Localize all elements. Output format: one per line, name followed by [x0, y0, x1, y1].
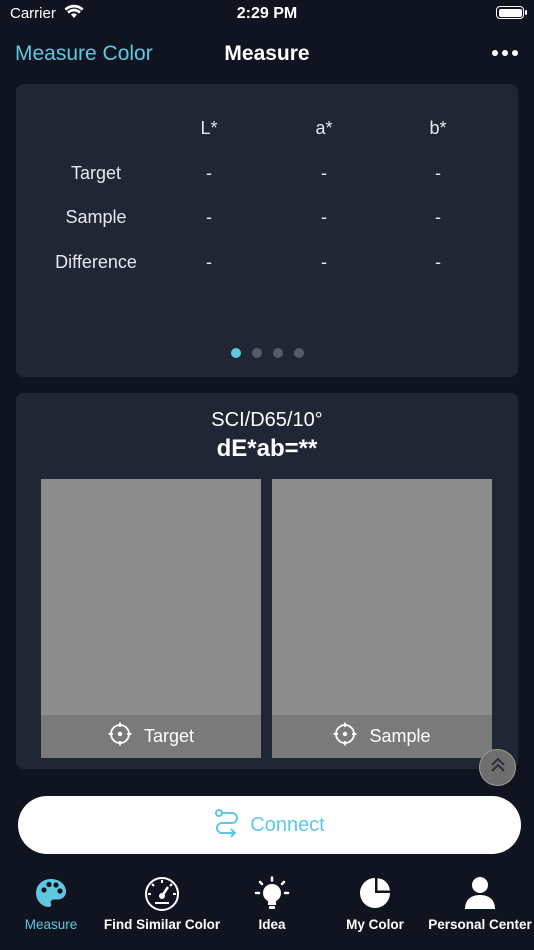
tab-idea[interactable]: Idea	[226, 868, 318, 950]
tab-find-similar-color[interactable]: Find Similar Color	[102, 868, 222, 950]
color-compare-card: SCI/D65/10° dE*ab=** Target Sample	[16, 393, 518, 769]
difference-a-value: -	[321, 252, 327, 272]
navigation-bar: Measure Color Measure	[0, 36, 534, 76]
tab-label: Personal Center	[428, 917, 532, 932]
tab-label: Measure	[24, 917, 78, 932]
clock: 2:29 PM	[236, 5, 298, 22]
target-swatch[interactable]: Target	[41, 479, 261, 758]
page-dot-4[interactable]	[293, 348, 304, 358]
battery-icon	[496, 6, 527, 19]
difference-b-value: -	[435, 252, 441, 272]
tab-label: My Color	[346, 917, 404, 932]
row-label-difference: Difference	[55, 252, 137, 272]
lightbulb-icon	[254, 876, 290, 917]
target-a-value: -	[321, 163, 327, 183]
sample-a-value: -	[321, 207, 327, 227]
tab-label: Find Similar Color	[103, 917, 221, 932]
target-label: Target	[143, 726, 195, 746]
sample-swatch[interactable]: Sample	[272, 479, 492, 758]
measure-target-button[interactable]: Target	[41, 715, 261, 758]
page-indicator[interactable]	[16, 348, 518, 358]
measure-sample-button[interactable]: Sample	[272, 715, 492, 758]
gauge-icon	[144, 876, 180, 917]
crosshair-icon	[333, 722, 357, 751]
status-bar: Carrier 2:29 PM	[0, 0, 534, 30]
more-icon[interactable]	[492, 50, 518, 56]
row-label-target: Target	[70, 163, 122, 183]
page-dot-1[interactable]	[230, 348, 241, 358]
double-chevron-up-icon	[488, 755, 508, 780]
person-icon	[463, 876, 497, 915]
page-dot-3[interactable]	[272, 348, 283, 358]
route-icon	[214, 808, 240, 843]
target-l-value: -	[206, 163, 212, 183]
delta-e-value: dE*ab=**	[216, 435, 318, 462]
tab-my-color[interactable]: My Color	[330, 868, 420, 950]
sample-l-value: -	[206, 207, 212, 227]
row-label-sample: Sample	[65, 207, 127, 227]
page-dot-2[interactable]	[251, 348, 262, 358]
connect-label: Connect	[250, 813, 325, 836]
connect-button[interactable]: Connect	[18, 796, 521, 854]
tab-bar: Measure Find Similar Color Idea My Color…	[0, 868, 534, 950]
sample-label: Sample	[369, 726, 431, 746]
column-header-l: L*	[200, 118, 218, 138]
palette-icon	[34, 876, 68, 915]
difference-l-value: -	[206, 252, 212, 272]
expand-button[interactable]	[479, 749, 516, 786]
column-header-b: b*	[429, 118, 447, 138]
tab-personal-center[interactable]: Personal Center	[426, 868, 534, 950]
lab-values-card[interactable]: L* a* b* Target - - - Sample - - - Diffe…	[16, 84, 518, 377]
tab-label: Idea	[258, 917, 286, 932]
page-title: Measure	[224, 42, 310, 65]
tab-measure[interactable]: Measure	[2, 868, 100, 950]
column-header-a: a*	[315, 118, 333, 138]
pie-chart-icon	[358, 876, 392, 915]
crosshair-icon	[108, 722, 132, 751]
sample-b-value: -	[435, 207, 441, 227]
measurement-mode: SCI/D65/10°	[211, 409, 323, 431]
target-b-value: -	[435, 163, 441, 183]
